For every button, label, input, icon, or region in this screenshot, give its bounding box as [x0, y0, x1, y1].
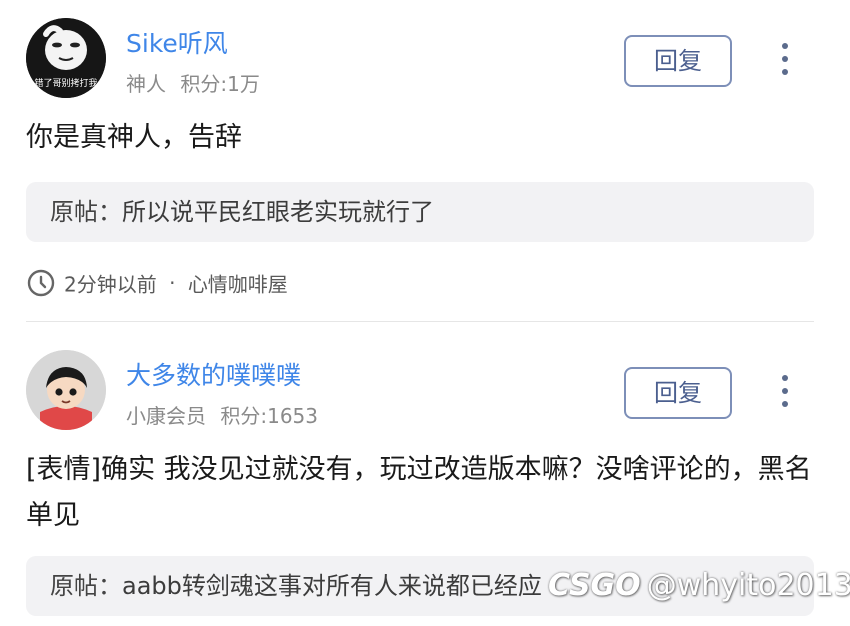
- username[interactable]: 大多数的噗噗噗: [126, 356, 301, 392]
- more-vertical-icon-dot: [782, 56, 788, 62]
- comment-item: 错了哥别拷打我 Sike听风 神人 积分:1万 回复 你是真神人，告辞 原帖：所…: [0, 0, 850, 320]
- more-vertical-icon-dot: [782, 69, 788, 75]
- post-time: 2分钟以前: [64, 272, 157, 297]
- quote-text: 所以说平民红眼老实玩就行了: [122, 198, 434, 226]
- reply-button[interactable]: 回复: [624, 367, 732, 419]
- quote-label: 原帖：: [50, 572, 122, 600]
- more-vertical-icon: [782, 43, 788, 49]
- user-rank: 小康会员: [126, 404, 206, 428]
- comment-body: [表情]确实 我没见过就没有，玩过改造版本嘛？没啥评论的，黑名单见: [26, 454, 812, 531]
- board-name[interactable]: 心情咖啡屋: [188, 273, 288, 297]
- avatar[interactable]: 错了哥别拷打我: [26, 18, 106, 98]
- user-meta: 神人 积分:1万: [126, 68, 260, 97]
- user-meta: 小康会员 积分:1653: [126, 400, 318, 429]
- comment-body: 你是真神人，告辞: [26, 122, 242, 153]
- footer-separator: ·: [169, 271, 176, 295]
- clock-icon: [27, 269, 55, 297]
- cartoon-avatar-image: [26, 350, 106, 430]
- user-points: 积分:1万: [180, 72, 260, 96]
- quoted-post[interactable]: 原帖：所以说平民红眼老实玩就行了: [26, 182, 814, 242]
- more-options-button[interactable]: [770, 372, 800, 412]
- username[interactable]: Sike听风: [126, 24, 228, 60]
- watermark-handle: @whyito2013: [646, 568, 850, 603]
- more-options-button[interactable]: [770, 40, 800, 80]
- reply-button[interactable]: 回复: [624, 35, 732, 87]
- quote-label: 原帖：: [50, 198, 122, 226]
- comment-footer: 2分钟以前 · 心情咖啡屋: [26, 268, 288, 298]
- more-vertical-icon-dot: [782, 388, 788, 394]
- more-vertical-icon-dot: [782, 401, 788, 407]
- user-points: 积分:1653: [220, 404, 318, 428]
- quote-text: aabb转剑魂这事对所有人来说都已经应: [122, 572, 542, 600]
- user-rank: 神人: [126, 72, 166, 96]
- more-vertical-icon: [782, 375, 788, 381]
- watermark: CSGO @whyito2013: [548, 568, 850, 603]
- watermark-logo: CSGO: [548, 568, 641, 603]
- avatar[interactable]: [26, 350, 106, 430]
- avatar-caption: 错了哥别拷打我: [34, 79, 98, 89]
